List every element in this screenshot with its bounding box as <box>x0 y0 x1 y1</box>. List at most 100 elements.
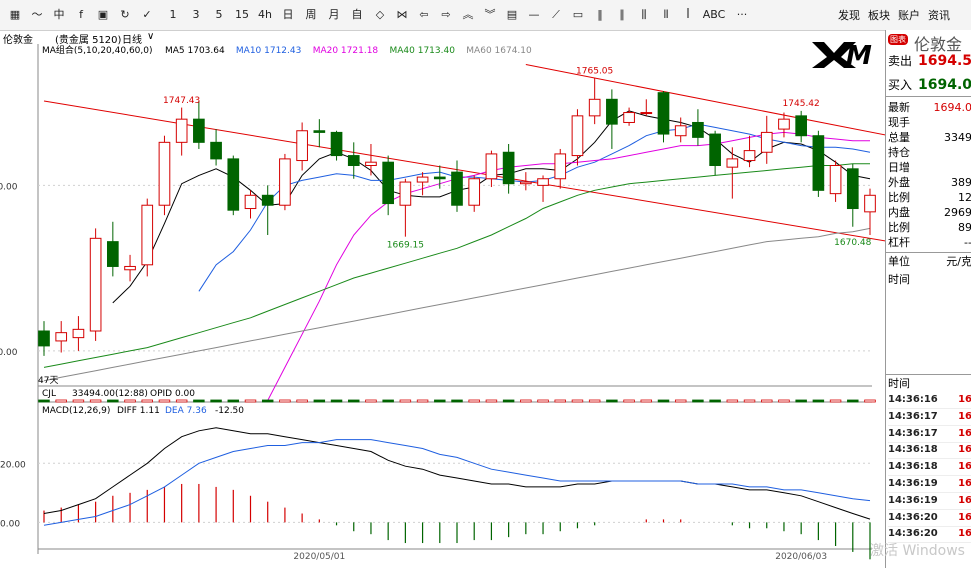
line-chart-icon[interactable]: 〜 <box>28 7 46 23</box>
hline-icon[interactable]: — <box>525 7 543 23</box>
period-8[interactable]: 自 <box>348 7 366 23</box>
candle <box>39 321 50 356</box>
indicator-icon[interactable]: ✓ <box>138 7 156 23</box>
quote-label: 持仓 <box>888 146 910 159</box>
menu-account[interactable]: 账户 <box>898 7 920 23</box>
candle <box>761 116 772 164</box>
period-1[interactable]: 3 <box>187 7 205 23</box>
days-count-label: 47天 <box>38 376 58 386</box>
volume-bar <box>624 400 635 402</box>
macd-axis-label: 20.00 <box>0 460 26 470</box>
period-4[interactable]: 4h <box>256 7 274 23</box>
toolbar-tail-1[interactable]: ··· <box>729 7 755 23</box>
bowtie-icon[interactable]: ⋈ <box>393 7 411 23</box>
volume-bar <box>90 400 101 402</box>
volume-bar <box>779 400 790 402</box>
volume-bar <box>383 400 394 402</box>
volume-bar <box>228 400 239 402</box>
candle <box>73 316 84 351</box>
candle <box>348 142 359 178</box>
candle <box>56 321 67 352</box>
chevron-down-icon[interactable]: ︾ <box>481 7 499 23</box>
price-annotation: 1669.15 <box>387 240 424 250</box>
tick-price: 16 <box>958 510 971 526</box>
volume-bar <box>348 400 359 402</box>
chart-svg[interactable]: 700.00600.00 20.000.00 MA组合(5,10,20,40,6… <box>0 44 885 568</box>
quote-label: 最新 <box>888 101 910 114</box>
arrow-left-icon[interactable]: ⇦ <box>415 7 433 23</box>
candle <box>538 175 549 201</box>
slash-icon[interactable]: ⟋ <box>547 7 565 23</box>
chevron-up-icon[interactable]: ︽ <box>459 7 477 23</box>
diamond-icon[interactable]: ◇ <box>371 7 389 23</box>
volume-bar <box>314 400 325 402</box>
candle <box>796 111 807 142</box>
bars3-icon[interactable]: ⫼ <box>635 7 653 23</box>
buy-row[interactable]: 买入 1694.0 <box>888 78 971 93</box>
volume-bar <box>761 400 772 402</box>
menu-news[interactable]: 资讯 <box>928 7 950 23</box>
candle <box>469 175 480 211</box>
grid-icon[interactable]: ▦ <box>6 7 24 23</box>
tick-row: 14:36:1716 <box>888 426 971 443</box>
watermark: 激活 Windows <box>870 540 965 560</box>
candle <box>211 129 222 165</box>
volume-bar <box>280 400 291 402</box>
period-6[interactable]: 周 <box>302 7 320 23</box>
quote-label: 现手 <box>888 116 910 129</box>
candle <box>262 185 273 235</box>
toolbar-tail-0[interactable]: ABC <box>701 7 727 23</box>
bars2-icon[interactable]: ∥ <box>613 7 631 23</box>
candle <box>658 91 669 142</box>
rect-icon[interactable]: ▭ <box>569 7 587 23</box>
sell-row[interactable]: 卖出 1694.5 <box>888 54 971 69</box>
volume-bar <box>658 400 669 402</box>
buy-price: 1694.0 <box>918 78 971 93</box>
macd-axis-label: 0.00 <box>0 519 20 529</box>
volume-legend-title: CJL <box>42 389 56 399</box>
calendar-icon[interactable]: ▣ <box>94 7 112 23</box>
period-7[interactable]: 月 <box>325 7 343 23</box>
volume-bar <box>469 400 480 402</box>
fx-icon[interactable]: f <box>72 7 90 23</box>
candle <box>607 89 618 149</box>
menu-discover[interactable]: 发现 <box>838 7 860 23</box>
volume-bar <box>262 400 273 402</box>
volume-bar <box>417 400 428 402</box>
candle <box>159 136 170 215</box>
quote-value: 12 <box>958 190 971 205</box>
volume-bar <box>744 400 755 402</box>
ma-legend-item: MA5 1703.64 <box>165 46 225 56</box>
toolbar: ▦〜中f▣↻✓135154h日周月自◇⋈⇦⇨︽︾▤—⟋▭‖∥⫼⦀ꟾABC··· … <box>0 0 971 31</box>
tick-row: 14:36:1716 <box>888 409 971 426</box>
table-icon[interactable]: ▤ <box>503 7 521 23</box>
volume-bar <box>434 400 445 402</box>
chart-title-bar: 伦敦金 (贵金属 5120) 日线 ∨ <box>0 30 885 44</box>
bars4-icon[interactable]: ⦀ <box>657 7 675 23</box>
bars-icon[interactable]: ‖ <box>591 7 609 23</box>
period-0[interactable]: 1 <box>164 7 182 23</box>
refresh-icon[interactable]: ↻ <box>116 7 134 23</box>
arrow-right-icon[interactable]: ⇨ <box>437 7 455 23</box>
quote-label: 比例 <box>888 191 910 204</box>
price-annotation: 1745.42 <box>783 99 820 109</box>
bars5-icon[interactable]: ꟾ <box>679 7 697 23</box>
price-axis-label: 700.00 <box>0 182 18 192</box>
quote-row: 总量3349 <box>888 130 971 145</box>
chart-area[interactable]: 700.00600.00 20.000.00 MA组合(5,10,20,40,6… <box>0 44 885 568</box>
quote-panel: M 图表 伦敦金 卖出 1694.5 买入 1694.0 最新1694.0现手总… <box>885 30 971 568</box>
menu-sectors[interactable]: 板块 <box>868 7 890 23</box>
candle <box>830 161 841 202</box>
volume-bar <box>73 400 84 402</box>
candle-icon[interactable]: 中 <box>50 7 68 23</box>
tick-row: 14:36:1816 <box>888 442 971 459</box>
xm-logo: M <box>808 38 878 68</box>
chevron-down-icon[interactable]: ∨ <box>147 31 154 42</box>
period-5[interactable]: 日 <box>279 7 297 23</box>
candle <box>90 228 101 341</box>
tick-price: 16 <box>958 392 971 408</box>
period-2[interactable]: 5 <box>210 7 228 23</box>
quote-label: 日增 <box>888 161 910 174</box>
tick-time: 14:36:20 <box>888 512 938 523</box>
period-3[interactable]: 15 <box>233 7 251 23</box>
